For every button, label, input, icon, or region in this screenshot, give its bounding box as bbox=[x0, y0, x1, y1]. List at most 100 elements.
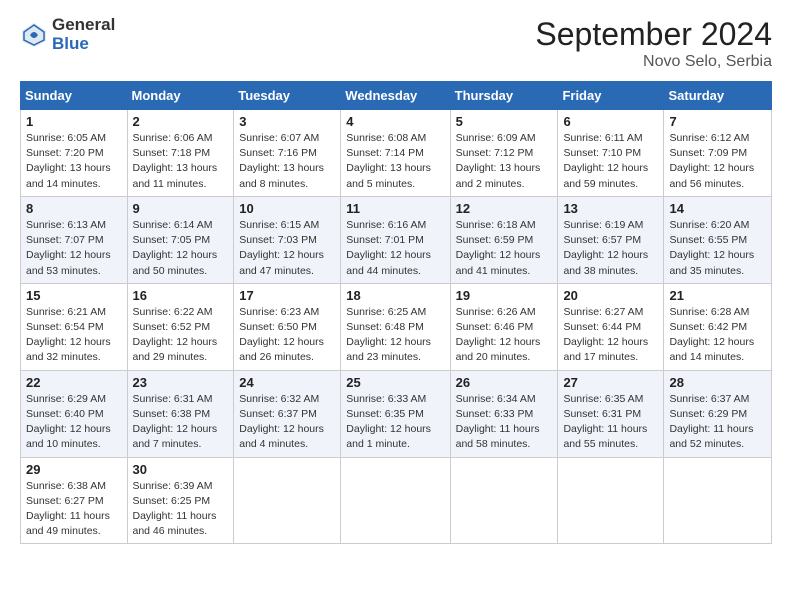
day-info: Sunrise: 6:38 AMSunset: 6:27 PMDaylight:… bbox=[26, 479, 122, 540]
calendar-cell: 25 Sunrise: 6:33 AMSunset: 6:35 PMDayligh… bbox=[341, 370, 450, 457]
day-info: Sunrise: 6:37 AMSunset: 6:29 PMDaylight:… bbox=[669, 392, 766, 453]
day-info: Sunrise: 6:19 AMSunset: 6:57 PMDaylight:… bbox=[563, 218, 658, 279]
calendar-cell: 15 Sunrise: 6:21 AMSunset: 6:54 PMDayligh… bbox=[21, 283, 128, 370]
calendar-cell bbox=[664, 457, 772, 544]
day-info: Sunrise: 6:14 AMSunset: 7:05 PMDaylight:… bbox=[133, 218, 229, 279]
day-info: Sunrise: 6:09 AMSunset: 7:12 PMDaylight:… bbox=[456, 131, 553, 192]
day-info: Sunrise: 6:34 AMSunset: 6:33 PMDaylight:… bbox=[456, 392, 553, 453]
day-number: 30 bbox=[133, 462, 229, 477]
calendar-cell: 2 Sunrise: 6:06 AMSunset: 7:18 PMDaylight… bbox=[127, 110, 234, 197]
day-info: Sunrise: 6:06 AMSunset: 7:18 PMDaylight:… bbox=[133, 131, 229, 192]
calendar-week-row: 8 Sunrise: 6:13 AMSunset: 7:07 PMDaylight… bbox=[21, 196, 772, 283]
calendar-week-row: 22Sunrise: 6:29 AMSunset: 6:40 PMDayligh… bbox=[21, 370, 772, 457]
calendar-cell: 14 Sunrise: 6:20 AMSunset: 6:55 PMDayligh… bbox=[664, 196, 772, 283]
calendar-cell: 26 Sunrise: 6:34 AMSunset: 6:33 PMDayligh… bbox=[450, 370, 558, 457]
day-number: 15 bbox=[26, 288, 122, 303]
day-number: 9 bbox=[133, 201, 229, 216]
day-number: 8 bbox=[26, 201, 122, 216]
calendar-table: SundayMondayTuesdayWednesdayThursdayFrid… bbox=[20, 81, 772, 544]
calendar-cell: 28 Sunrise: 6:37 AMSunset: 6:29 PMDayligh… bbox=[664, 370, 772, 457]
weekday-header-saturday: Saturday bbox=[664, 82, 772, 110]
day-info: Sunrise: 6:15 AMSunset: 7:03 PMDaylight:… bbox=[239, 218, 335, 279]
calendar-cell: 21Sunrise: 6:28 AMSunset: 6:42 PMDayligh… bbox=[664, 283, 772, 370]
day-number: 29 bbox=[26, 462, 122, 477]
calendar-cell: 19 Sunrise: 6:26 AMSunset: 6:46 PMDayligh… bbox=[450, 283, 558, 370]
day-info: Sunrise: 6:39 AMSunset: 6:25 PMDaylight:… bbox=[133, 479, 229, 540]
title-area: September 2024 Novo Selo, Serbia bbox=[535, 16, 772, 71]
day-number: 27 bbox=[563, 375, 658, 390]
weekday-header-monday: Monday bbox=[127, 82, 234, 110]
logo-text: General Blue bbox=[52, 16, 115, 53]
day-info: Sunrise: 6:20 AMSunset: 6:55 PMDaylight:… bbox=[669, 218, 766, 279]
day-number: 19 bbox=[456, 288, 553, 303]
day-number: 18 bbox=[346, 288, 444, 303]
logo: General Blue bbox=[20, 16, 115, 53]
day-info: Sunrise: 6:35 AMSunset: 6:31 PMDaylight:… bbox=[563, 392, 658, 453]
day-number: 2 bbox=[133, 114, 229, 129]
day-number: 4 bbox=[346, 114, 444, 129]
day-info: Sunrise: 6:16 AMSunset: 7:01 PMDaylight:… bbox=[346, 218, 444, 279]
page: General Blue September 2024 Novo Selo, S… bbox=[0, 0, 792, 612]
calendar-cell: 7Sunrise: 6:12 AMSunset: 7:09 PMDaylight… bbox=[664, 110, 772, 197]
calendar-cell: 29 Sunrise: 6:38 AMSunset: 6:27 PMDayligh… bbox=[21, 457, 128, 544]
calendar-cell: 24Sunrise: 6:32 AMSunset: 6:37 PMDayligh… bbox=[234, 370, 341, 457]
day-info: Sunrise: 6:27 AMSunset: 6:44 PMDaylight:… bbox=[563, 305, 658, 366]
day-info: Sunrise: 6:25 AMSunset: 6:48 PMDaylight:… bbox=[346, 305, 444, 366]
calendar-cell: 3 Sunrise: 6:07 AMSunset: 7:16 PMDaylight… bbox=[234, 110, 341, 197]
day-number: 16 bbox=[133, 288, 229, 303]
logo-blue-text: Blue bbox=[52, 35, 115, 54]
weekday-header-friday: Friday bbox=[558, 82, 664, 110]
calendar-cell: 10 Sunrise: 6:15 AMSunset: 7:03 PMDayligh… bbox=[234, 196, 341, 283]
day-info: Sunrise: 6:07 AMSunset: 7:16 PMDaylight:… bbox=[239, 131, 335, 192]
calendar-cell: 16 Sunrise: 6:22 AMSunset: 6:52 PMDayligh… bbox=[127, 283, 234, 370]
location-title: Novo Selo, Serbia bbox=[535, 53, 772, 71]
weekday-header-wednesday: Wednesday bbox=[341, 82, 450, 110]
day-number: 23 bbox=[133, 375, 229, 390]
day-info: Sunrise: 6:11 AMSunset: 7:10 PMDaylight:… bbox=[563, 131, 658, 192]
calendar-cell: 8 Sunrise: 6:13 AMSunset: 7:07 PMDaylight… bbox=[21, 196, 128, 283]
month-title: September 2024 bbox=[535, 16, 772, 53]
calendar-week-row: 1Sunrise: 6:05 AMSunset: 7:20 PMDaylight… bbox=[21, 110, 772, 197]
calendar-week-row: 29 Sunrise: 6:38 AMSunset: 6:27 PMDayligh… bbox=[21, 457, 772, 544]
day-number: 17 bbox=[239, 288, 335, 303]
calendar-cell: 4 Sunrise: 6:08 AMSunset: 7:14 PMDaylight… bbox=[341, 110, 450, 197]
day-info: Sunrise: 6:05 AMSunset: 7:20 PMDaylight:… bbox=[26, 131, 122, 192]
day-info: Sunrise: 6:12 AMSunset: 7:09 PMDaylight:… bbox=[669, 131, 766, 192]
day-number: 11 bbox=[346, 201, 444, 216]
day-info: Sunrise: 6:22 AMSunset: 6:52 PMDaylight:… bbox=[133, 305, 229, 366]
day-number: 28 bbox=[669, 375, 766, 390]
calendar-cell: 22Sunrise: 6:29 AMSunset: 6:40 PMDayligh… bbox=[21, 370, 128, 457]
calendar-cell bbox=[450, 457, 558, 544]
day-info: Sunrise: 6:31 AMSunset: 6:38 PMDaylight:… bbox=[133, 392, 229, 453]
calendar-cell: 12Sunrise: 6:18 AMSunset: 6:59 PMDayligh… bbox=[450, 196, 558, 283]
day-number: 10 bbox=[239, 201, 335, 216]
day-number: 14 bbox=[669, 201, 766, 216]
calendar-cell: 18 Sunrise: 6:25 AMSunset: 6:48 PMDayligh… bbox=[341, 283, 450, 370]
day-number: 13 bbox=[563, 201, 658, 216]
calendar-cell: 20 Sunrise: 6:27 AMSunset: 6:44 PMDayligh… bbox=[558, 283, 664, 370]
day-number: 6 bbox=[563, 114, 658, 129]
calendar-cell: 5Sunrise: 6:09 AMSunset: 7:12 PMDaylight… bbox=[450, 110, 558, 197]
calendar-cell: 17Sunrise: 6:23 AMSunset: 6:50 PMDayligh… bbox=[234, 283, 341, 370]
day-info: Sunrise: 6:21 AMSunset: 6:54 PMDaylight:… bbox=[26, 305, 122, 366]
calendar-cell: 30 Sunrise: 6:39 AMSunset: 6:25 PMDayligh… bbox=[127, 457, 234, 544]
calendar-cell: 11 Sunrise: 6:16 AMSunset: 7:01 PMDayligh… bbox=[341, 196, 450, 283]
day-number: 24 bbox=[239, 375, 335, 390]
weekday-header-tuesday: Tuesday bbox=[234, 82, 341, 110]
day-number: 20 bbox=[563, 288, 658, 303]
calendar-cell: 9 Sunrise: 6:14 AMSunset: 7:05 PMDaylight… bbox=[127, 196, 234, 283]
day-number: 25 bbox=[346, 375, 444, 390]
day-number: 26 bbox=[456, 375, 553, 390]
weekday-header-thursday: Thursday bbox=[450, 82, 558, 110]
day-number: 22 bbox=[26, 375, 122, 390]
calendar-cell: 1Sunrise: 6:05 AMSunset: 7:20 PMDaylight… bbox=[21, 110, 128, 197]
day-number: 12 bbox=[456, 201, 553, 216]
day-number: 3 bbox=[239, 114, 335, 129]
logo-icon bbox=[20, 21, 48, 49]
day-info: Sunrise: 6:08 AMSunset: 7:14 PMDaylight:… bbox=[346, 131, 444, 192]
day-info: Sunrise: 6:26 AMSunset: 6:46 PMDaylight:… bbox=[456, 305, 553, 366]
day-info: Sunrise: 6:13 AMSunset: 7:07 PMDaylight:… bbox=[26, 218, 122, 279]
header: General Blue September 2024 Novo Selo, S… bbox=[20, 16, 772, 71]
day-info: Sunrise: 6:33 AMSunset: 6:35 PMDaylight:… bbox=[346, 392, 444, 453]
day-number: 21 bbox=[669, 288, 766, 303]
